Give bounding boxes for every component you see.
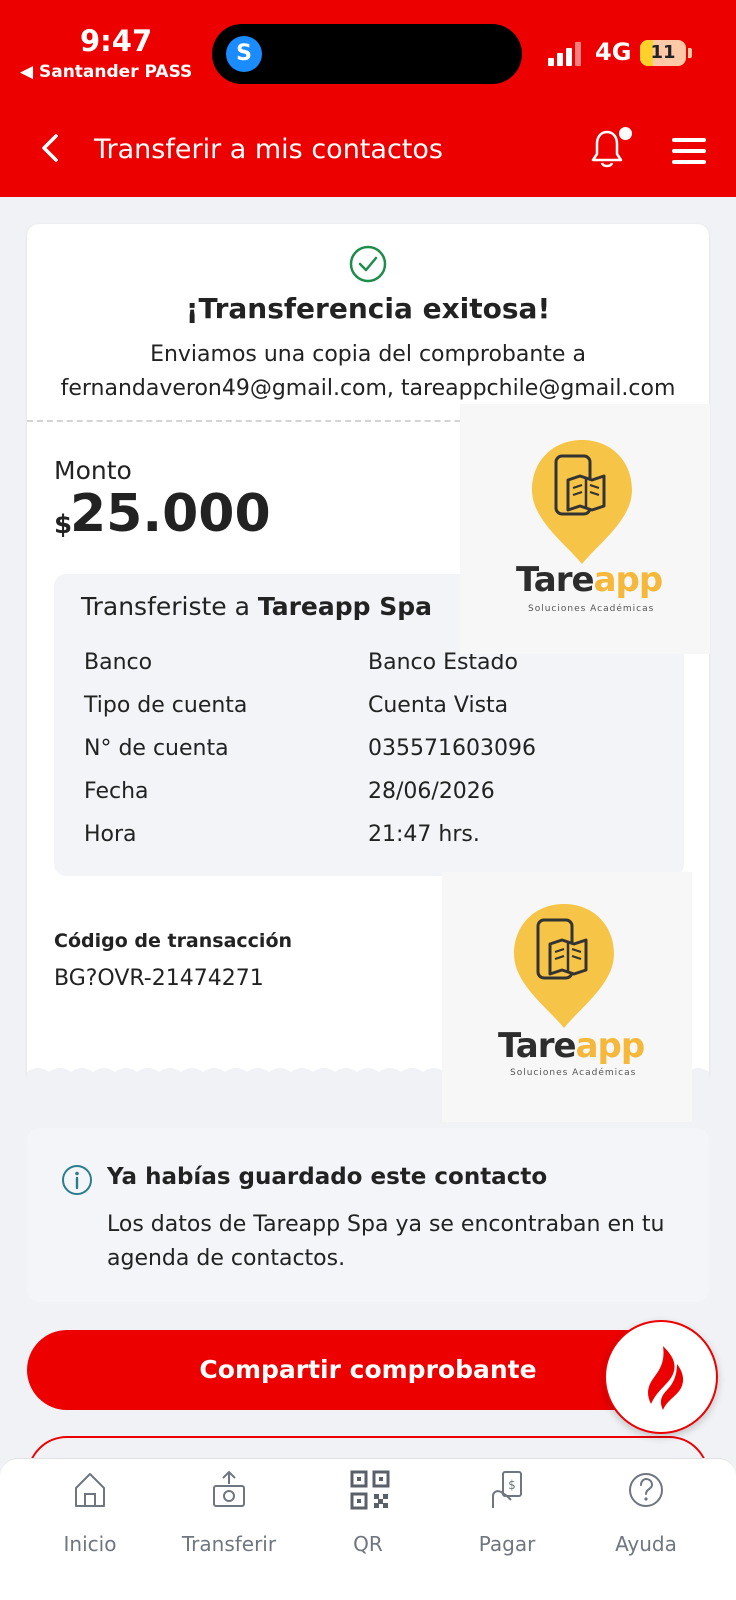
network-type: 4G <box>595 38 632 66</box>
watermark-tagline: Soluciones Académicas <box>528 604 655 614</box>
tab-qr[interactable]: QR <box>303 1470 433 1570</box>
back-arrow-icon[interactable] <box>36 130 64 166</box>
watermark-tagline: Soluciones Académicas <box>510 1068 637 1078</box>
santander-flame-icon <box>648 1346 684 1410</box>
recipient-line: Transferiste a Tareapp Spa <box>81 592 432 621</box>
status-time: 9:47 <box>80 24 153 58</box>
amount-value: 25.000 <box>70 484 271 544</box>
tab-label: QR <box>353 1532 383 1556</box>
detail-label: Hora <box>84 822 137 847</box>
wordmark-dark: Tare <box>516 560 595 600</box>
recipient-name: Tareapp Spa <box>257 592 433 621</box>
amount-label: Monto <box>54 456 132 485</box>
recipient-emails: fernandaveron49@gmail.com, tareappchile@… <box>60 376 676 401</box>
info-icon <box>62 1165 92 1195</box>
hamburger-menu-icon[interactable] <box>672 138 706 164</box>
tab-label: Ayuda <box>615 1532 677 1556</box>
success-check-icon <box>349 245 387 283</box>
santander-assistant-button[interactable] <box>604 1320 718 1434</box>
svg-text:$: $ <box>508 1478 516 1492</box>
qr-icon <box>350 1470 390 1510</box>
detail-value: 21:47 hrs. <box>368 822 480 847</box>
detail-label: Banco <box>84 650 153 675</box>
watermark-wordmark: Tareapp <box>498 1026 646 1066</box>
tareapp-logo-pin-icon <box>514 904 614 1028</box>
tareapp-logo-pin-icon <box>532 440 632 564</box>
watermark-wordmark: Tareapp <box>516 560 664 600</box>
detail-value: 035571603096 <box>368 736 536 761</box>
tab-label: Inicio <box>63 1532 117 1556</box>
success-message: Enviamos una copia del comprobante a fer… <box>27 338 709 406</box>
help-icon <box>629 1473 663 1507</box>
detail-label: N° de cuenta <box>84 736 229 761</box>
tab-ayuda[interactable]: Ayuda <box>581 1470 711 1570</box>
tab-label: Pagar <box>478 1532 536 1556</box>
tab-transferir[interactable]: Transferir <box>164 1470 294 1570</box>
info-title: Ya habías guardado este contacto <box>107 1164 548 1190</box>
tab-inicio[interactable]: Inicio <box>25 1470 155 1570</box>
transaction-code-label: Código de transacción <box>54 930 293 952</box>
wordmark-dark: Tare <box>498 1026 577 1066</box>
shazam-icon: S <box>226 36 262 72</box>
transaction-code-value: BG?OVR-21474271 <box>54 966 264 991</box>
detail-label: Tipo de cuenta <box>84 693 248 718</box>
back-to-app-link[interactable]: ◀ Santander PASS <box>20 62 192 82</box>
wordmark-accent: app <box>593 560 664 600</box>
tab-pagar[interactable]: $ Pagar <box>442 1470 572 1570</box>
notification-dot <box>619 127 632 140</box>
home-icon <box>75 1473 105 1507</box>
battery-level: 11 <box>650 42 676 63</box>
signal-icon <box>548 42 584 66</box>
detail-value: Cuenta Vista <box>368 693 509 718</box>
recipient-prefix: Transferiste a <box>81 592 258 621</box>
battery-icon: 11 <box>640 40 686 66</box>
tab-label: Transferir <box>181 1532 277 1556</box>
dynamic-island: S <box>212 24 522 84</box>
pay-icon: $ <box>492 1471 522 1508</box>
app-header: 9:47 ◀ Santander PASS S 4G 11 Transferir… <box>0 0 736 197</box>
info-message: Los datos de Tareapp Spa ya se encontrab… <box>107 1212 665 1271</box>
success-title: ¡Transferencia exitosa! <box>185 292 551 325</box>
detail-label: Fecha <box>84 779 149 804</box>
success-message-line: Enviamos una copia del comprobante a <box>150 342 586 367</box>
wordmark-accent: app <box>575 1026 646 1066</box>
detail-value: 28/06/2026 <box>368 779 495 804</box>
page-title: Transferir a mis contactos <box>94 134 443 165</box>
transfer-icon <box>213 1470 245 1507</box>
